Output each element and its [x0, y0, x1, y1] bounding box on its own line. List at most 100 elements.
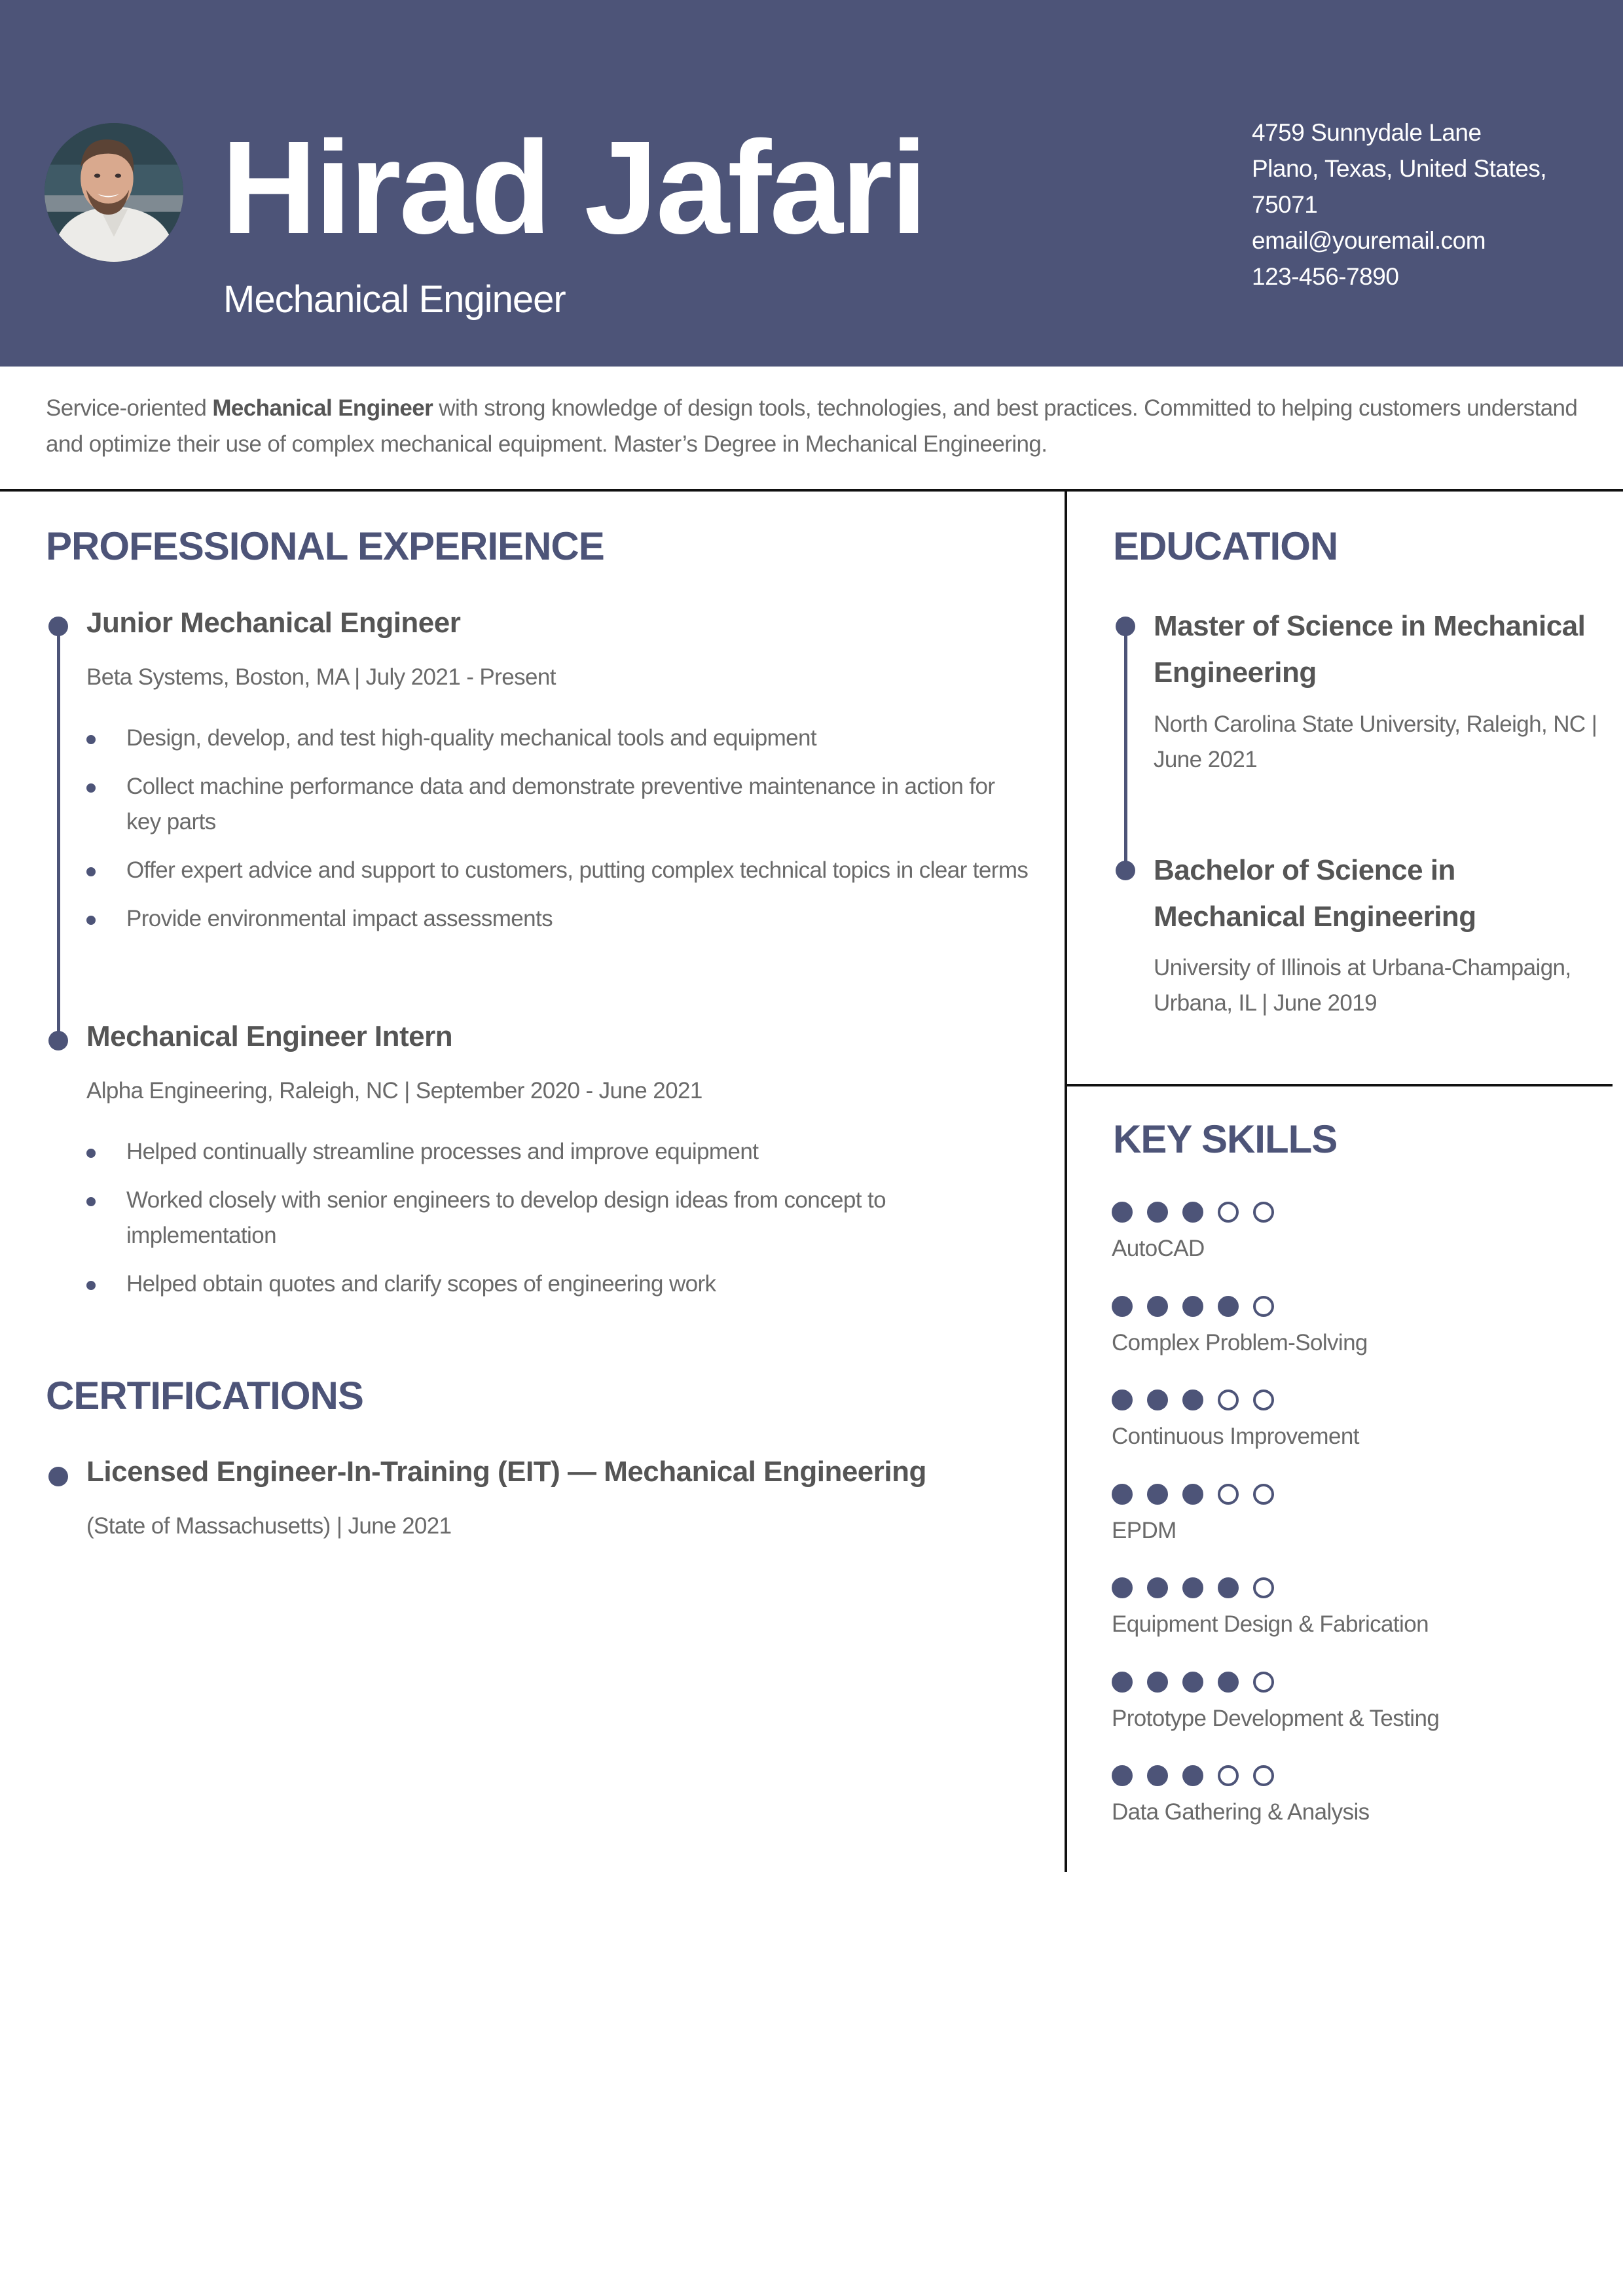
- rating-dot-filled-icon: [1147, 1671, 1168, 1693]
- certifications-heading: CERTIFICATIONS: [46, 1374, 364, 1418]
- right-column-divider: [1066, 1084, 1613, 1086]
- rating-dot-filled-icon: [1182, 1671, 1203, 1693]
- rating-dot-filled-icon: [1112, 1765, 1133, 1786]
- skill-name: Data Gathering & Analysis: [1112, 1799, 1370, 1825]
- rating-dot-filled-icon: [1112, 1390, 1133, 1410]
- bullet-icon: [86, 1281, 96, 1290]
- rating-dot-filled-icon: [1182, 1577, 1203, 1598]
- rating-dot-empty-icon: [1253, 1295, 1274, 1317]
- job-title: Junior Mechanical Engineer: [86, 607, 461, 639]
- rating-dot-filled-icon: [1147, 1577, 1168, 1598]
- profile-photo-icon: [45, 123, 183, 262]
- rating-dot-filled-icon: [1182, 1295, 1203, 1317]
- bullet-text: Worked closely with senior engineers to …: [126, 1187, 886, 1248]
- rating-dot-filled-icon: [1147, 1295, 1168, 1317]
- job-bullet: Design, develop, and test high-quality m…: [86, 721, 1029, 756]
- rating-dot-filled-icon: [1112, 1483, 1133, 1505]
- candidate-title: Mechanical Engineer: [223, 278, 566, 321]
- rating-dot-filled-icon: [1218, 1671, 1239, 1693]
- education-heading: EDUCATION: [1113, 524, 1338, 568]
- rating-dot-filled-icon: [1112, 1202, 1133, 1223]
- education-degree: Master of Science in Mechanical Engineer…: [1154, 610, 1586, 689]
- certification-dot: [48, 1467, 68, 1486]
- job-bullet: Collect machine performance data and dem…: [86, 769, 1029, 840]
- skill-item: EPDM: [1112, 1483, 1596, 1544]
- timeline-dot: [48, 617, 68, 636]
- skill-name: Prototype Development & Testing: [1112, 1705, 1440, 1731]
- rating-dot-filled-icon: [1147, 1202, 1168, 1223]
- rating-dot-filled-icon: [1147, 1765, 1168, 1786]
- bullet-text: Helped obtain quotes and clarify scopes …: [126, 1271, 716, 1297]
- skill-rating: [1112, 1577, 1596, 1600]
- certification-title: Licensed Engineer-In-Training (EIT) — Me…: [86, 1456, 926, 1488]
- job-bullet: Worked closely with senior engineers to …: [86, 1183, 1029, 1253]
- rating-dot-filled-icon: [1182, 1483, 1203, 1505]
- skill-name: Complex Problem-Solving: [1112, 1329, 1368, 1355]
- education-timeline-line: [1124, 626, 1127, 870]
- skill-item: Continuous Improvement: [1112, 1390, 1596, 1450]
- rating-dot-filled-icon: [1112, 1295, 1133, 1317]
- rating-dot-empty-icon: [1253, 1483, 1274, 1505]
- rating-dot-empty-icon: [1253, 1765, 1274, 1786]
- bullet-icon: [86, 1197, 96, 1206]
- skill-rating: [1112, 1202, 1596, 1224]
- bullet-icon: [86, 1149, 96, 1158]
- skill-rating: [1112, 1671, 1596, 1694]
- education-degree: Bachelor of Science in Mechanical Engine…: [1154, 854, 1476, 933]
- rating-dot-empty-icon: [1253, 1390, 1274, 1410]
- rating-dot-filled-icon: [1112, 1671, 1133, 1693]
- rating-dot-empty-icon: [1253, 1671, 1274, 1693]
- timeline-dot: [1116, 861, 1135, 880]
- address-line-1: 4759 Sunnydale Lane: [1252, 119, 1482, 146]
- rating-dot-filled-icon: [1182, 1202, 1203, 1223]
- column-divider: [1065, 491, 1067, 1872]
- bullet-text: Design, develop, and test high-quality m…: [126, 725, 817, 751]
- rating-dot-filled-icon: [1218, 1577, 1239, 1598]
- skill-rating: [1112, 1483, 1596, 1506]
- bullet-text: Helped continually streamline processes …: [126, 1139, 759, 1164]
- job-bullet: Provide environmental impact assessments: [86, 901, 1029, 937]
- bullet-icon: [86, 783, 96, 793]
- main-divider: [0, 489, 1623, 492]
- bullet-icon: [86, 867, 96, 876]
- rating-dot-filled-icon: [1218, 1295, 1239, 1317]
- candidate-name: Hirad Jafari: [221, 113, 927, 261]
- job-bullet: Helped continually streamline processes …: [86, 1134, 1029, 1170]
- summary-before: Service-oriented: [46, 395, 213, 421]
- skill-name: Equipment Design & Fabrication: [1112, 1611, 1429, 1637]
- certification-meta: (State of Massachusetts) | June 2021: [86, 1513, 452, 1539]
- skill-item: Complex Problem-Solving: [1112, 1295, 1596, 1356]
- skill-name: Continuous Improvement: [1112, 1424, 1359, 1449]
- job-bullet: Helped obtain quotes and clarify scopes …: [86, 1266, 1029, 1302]
- skill-item: Data Gathering & Analysis: [1112, 1765, 1596, 1825]
- experience-timeline-line: [57, 626, 60, 1041]
- rating-dot-empty-icon: [1218, 1202, 1239, 1223]
- skill-rating: [1112, 1390, 1596, 1412]
- rating-dot-empty-icon: [1218, 1390, 1239, 1410]
- phone-number: 123-456-7890: [1252, 263, 1399, 290]
- timeline-dot: [1116, 617, 1135, 636]
- job-meta: Beta Systems, Boston, MA | July 2021 - P…: [86, 664, 556, 690]
- rating-dot-filled-icon: [1182, 1765, 1203, 1786]
- job-bullets: Helped continually streamline processes …: [86, 1134, 1029, 1315]
- avatar: [45, 123, 183, 262]
- bullet-text: Provide environmental impact assessments: [126, 906, 553, 931]
- rating-dot-empty-icon: [1218, 1765, 1239, 1786]
- education-meta: University of Illinois at Urbana-Champai…: [1154, 955, 1571, 1016]
- address-line-3: 75071: [1252, 191, 1318, 218]
- rating-dot-filled-icon: [1147, 1483, 1168, 1505]
- rating-dot-filled-icon: [1112, 1577, 1133, 1598]
- summary-bold: Mechanical Engineer: [212, 395, 433, 421]
- skill-item: Prototype Development & Testing: [1112, 1671, 1596, 1732]
- contact-info: 4759 Sunnydale Lane Plano, Texas, United…: [1252, 115, 1605, 295]
- bullet-text: Collect machine performance data and dem…: [126, 774, 995, 834]
- experience-heading: PROFESSIONAL EXPERIENCE: [46, 524, 605, 568]
- rating-dot-empty-icon: [1253, 1202, 1274, 1223]
- email-link[interactable]: email@youremail.com: [1252, 223, 1605, 259]
- job-bullet: Offer expert advice and support to custo…: [86, 853, 1029, 888]
- job-meta: Alpha Engineering, Raleigh, NC | Septemb…: [86, 1078, 702, 1103]
- skill-name: EPDM: [1112, 1517, 1176, 1543]
- summary: Service-oriented Mechanical Engineer wit…: [46, 390, 1578, 462]
- rating-dot-filled-icon: [1182, 1390, 1203, 1410]
- job-title: Mechanical Engineer Intern: [86, 1020, 453, 1052]
